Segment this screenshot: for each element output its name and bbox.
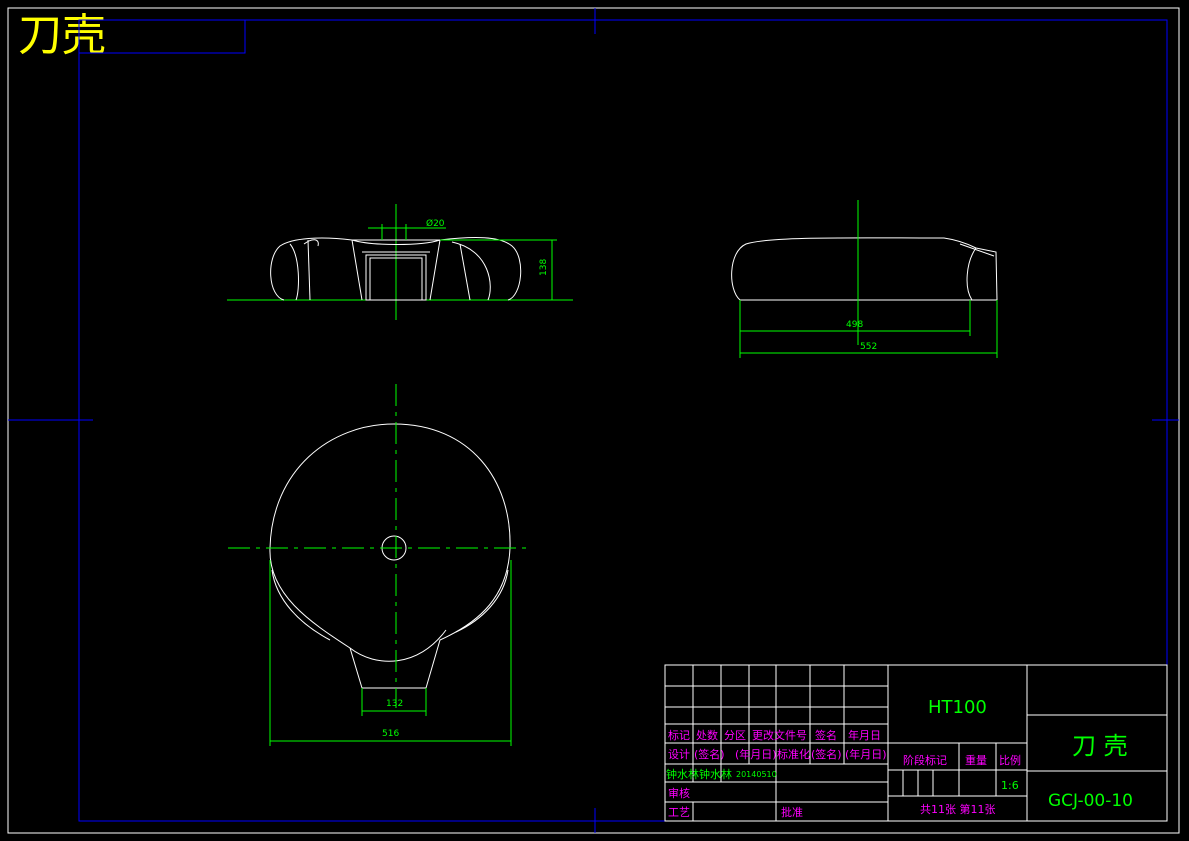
process-label: 工艺 (668, 806, 690, 819)
height-label: 138 (539, 259, 549, 276)
side-view (731, 237, 998, 301)
approve-label: 批准 (781, 805, 803, 819)
designer-name-2: 钟水林 (699, 767, 732, 781)
side-dimensions (739, 200, 998, 358)
header-zone: 分区 (724, 729, 746, 742)
outer-width-label: 552 (860, 342, 877, 352)
header-date: 年月日 (848, 728, 881, 742)
standardization-label: 标准化 (777, 747, 810, 761)
inner-frame (78, 19, 1168, 822)
scale-value: 1:6 (1001, 779, 1019, 792)
hole-diameter-label: Ø20 (426, 218, 445, 229)
date-paren: (年月日) (735, 747, 777, 761)
top-dimensions (228, 384, 530, 746)
corner-title-box (78, 19, 246, 54)
part-name-label: 刀 壳 (1072, 732, 1128, 760)
design-label: 设计 (668, 748, 690, 761)
mouth-width-label: 132 (386, 699, 403, 709)
scale-label: 比例 (999, 753, 1021, 767)
top-body-outline (269, 423, 511, 689)
review-label: 审核 (668, 786, 690, 800)
drawing-canvas: Ø20 138 498 552 132 516 HT100 刀 壳 GCJ-00… (7, 7, 1180, 834)
front-view (227, 204, 573, 320)
design-date: 20140510 (736, 770, 777, 779)
top-view (269, 423, 511, 689)
header-change-doc: 更改文件号 (752, 728, 807, 742)
designer-name: 钟水林 (666, 767, 699, 781)
drawing-number-label: GCJ-00-10 (1048, 791, 1133, 811)
sheets-label: 共11张 第11张 (920, 802, 996, 816)
header-mark: 标记 (668, 728, 690, 742)
inner-width-label: 498 (846, 320, 863, 330)
header-count: 处数 (696, 729, 718, 742)
date-paren-2: (年月日) (845, 747, 887, 761)
weight-label: 重量 (965, 753, 987, 767)
stage-mark-label: 阶段标记 (903, 753, 947, 767)
body-width-label: 516 (382, 729, 399, 739)
side-body-outline (731, 237, 998, 301)
material-label: HT100 (928, 697, 987, 718)
sig-paren-2: (签名) (811, 747, 842, 761)
header-signature: 签名 (815, 728, 837, 742)
outer-border (7, 7, 1180, 834)
sig-paren: (签名) (694, 747, 725, 761)
